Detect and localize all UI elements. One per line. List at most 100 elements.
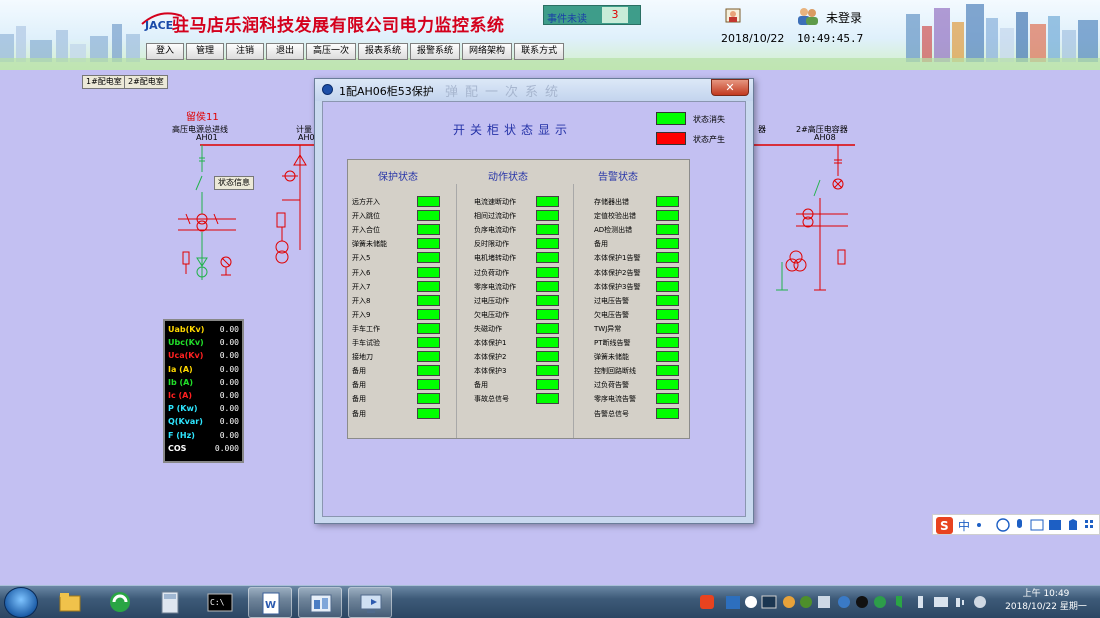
status-label: 本体保护3告警	[594, 282, 641, 291]
status-label: 控制回路断线	[594, 367, 636, 376]
status-label: 本体保护2	[474, 353, 507, 362]
taskbar-explorer[interactable]	[48, 587, 92, 618]
unread-events-count: 3	[602, 7, 628, 23]
status-label: 电机堵转动作	[474, 254, 516, 263]
meter-value: 0.00	[219, 404, 239, 414]
status-indicator	[656, 337, 679, 348]
system-tray-icons[interactable]	[692, 586, 992, 618]
status-indicator	[536, 266, 559, 278]
status-indicator	[656, 252, 679, 264]
taskbar-browser[interactable]	[98, 587, 142, 618]
status-label: 事故总信号	[474, 395, 509, 404]
menu-item[interactable]: 高压一次	[306, 43, 357, 60]
meter-label: Uca(Kv)	[168, 351, 204, 361]
status-label: 备用	[352, 395, 366, 404]
status-label: 备用	[352, 367, 366, 376]
taskbar-calculator[interactable]	[148, 587, 192, 618]
meter-value: 0.000	[214, 443, 239, 453]
status-label: 零序电流动作	[474, 282, 516, 291]
legend-cleared-label: 状态消失	[693, 115, 725, 124]
feeder-ah08-symbol	[776, 145, 848, 291]
dialog-watermark: 弹配一次系统	[445, 85, 566, 100]
menu-item[interactable]: 退出	[266, 43, 304, 60]
status-label: 定值校验出错	[594, 212, 636, 221]
status-indicator	[656, 393, 679, 405]
meter-row: Uab(Kv) 0.00	[168, 325, 239, 338]
meter-row: Ubc(Kv) 0.00	[168, 338, 239, 351]
status-label: 手车试验	[352, 339, 380, 347]
meter-row: Ib (A) 0.00	[168, 378, 239, 391]
status-indicator	[656, 365, 679, 377]
dialog-titlebar[interactable]: 1配AH06柜53保护 弹配一次系统 ✕	[315, 79, 753, 101]
ime-toolbar[interactable]: S 中	[932, 514, 1100, 535]
meter-value: 0.00	[219, 338, 239, 348]
ime-toolbar-icons: S 中	[936, 517, 1093, 534]
login-status: 未登录	[826, 11, 863, 25]
column-header-alarm: 告警状态	[598, 172, 638, 183]
taskbar-remote-desktop[interactable]	[348, 587, 392, 618]
menu-item[interactable]: 报警系统	[410, 43, 461, 60]
start-button[interactable]	[4, 587, 38, 618]
unread-events-indicator[interactable]: 事件未读 3	[543, 5, 641, 25]
status-label: 过负荷动作	[474, 268, 509, 277]
status-label: 开入6	[352, 268, 371, 277]
meter-label: Q(Kvar)	[168, 417, 203, 427]
feeder-metering-symbol	[275, 145, 307, 264]
status-label: 开入合位	[352, 226, 380, 235]
meter-value: 0.00	[219, 377, 239, 387]
menu-item[interactable]: 注销	[226, 43, 264, 60]
taskbar-cmd[interactable]: C:\	[198, 587, 242, 618]
column-divider	[573, 184, 574, 438]
menu-item[interactable]: 联系方式	[514, 43, 565, 60]
status-indicator	[656, 196, 679, 207]
status-info-button[interactable]: 状态信息	[214, 176, 254, 190]
users-icon	[798, 8, 818, 25]
status-label: 开入7	[352, 282, 371, 291]
document-icon: W	[262, 592, 280, 615]
status-indicator	[417, 266, 440, 278]
status-label: 备用	[352, 381, 366, 390]
close-icon[interactable]: ✕	[711, 79, 749, 96]
taskbar-monitor-app[interactable]	[298, 587, 342, 618]
app-icon	[322, 84, 333, 95]
meter-row: Uca(Kv) 0.00	[168, 351, 239, 364]
meter-label: COS	[168, 443, 187, 453]
svg-text:S: S	[940, 519, 949, 533]
svg-text:C:\: C:\	[210, 598, 225, 607]
status-indicator	[656, 379, 679, 391]
status-indicator	[536, 196, 559, 207]
status-indicator	[417, 196, 440, 207]
taskbar-word[interactable]: W	[248, 587, 292, 618]
status-indicator	[417, 393, 440, 405]
svg-text:中: 中	[958, 518, 970, 533]
status-label: 手车工作	[352, 324, 380, 333]
substation-1-button[interactable]: 1#配电室	[82, 75, 126, 89]
status-label: 开入5	[352, 254, 371, 263]
meter-value: 0.00	[219, 417, 239, 427]
menu-item[interactable]: 登入	[146, 43, 184, 60]
meter-row: Ic (A) 0.00	[168, 391, 239, 404]
status-indicator	[656, 266, 679, 278]
panel-title: 开关柜状态显示	[453, 123, 573, 137]
clock-date: 2018/10/22 星期一	[1005, 602, 1087, 612]
column-header-action: 动作状态	[488, 172, 528, 183]
folder-icon	[59, 593, 81, 612]
status-label: 零序电流告警	[594, 395, 636, 404]
meter-row: P (Kw) 0.00	[168, 404, 239, 417]
status-label: 本体保护1	[474, 339, 507, 347]
status-label: 电流速断动作	[474, 198, 516, 206]
status-indicator	[417, 294, 440, 306]
taskbar-clock[interactable]: 上午 10:49 2018/10/22 星期一	[996, 588, 1096, 618]
status-label: 开入9	[352, 310, 371, 319]
status-indicator	[656, 224, 679, 236]
menu-item[interactable]: 报表系统	[358, 43, 409, 60]
svg-text:JACE: JACE	[144, 19, 173, 32]
substation-2-button[interactable]: 2#配电室	[124, 75, 168, 89]
menu-item[interactable]: 网络架构	[462, 43, 513, 60]
status-label: 欠电压动作	[474, 310, 509, 319]
meter-value: 0.00	[219, 325, 239, 334]
menu-item[interactable]: 管理	[186, 43, 224, 60]
column-header-protection: 保护状态	[378, 172, 418, 183]
meter-row: Q(Kvar) 0.00	[168, 417, 239, 430]
status-indicator	[656, 294, 679, 306]
